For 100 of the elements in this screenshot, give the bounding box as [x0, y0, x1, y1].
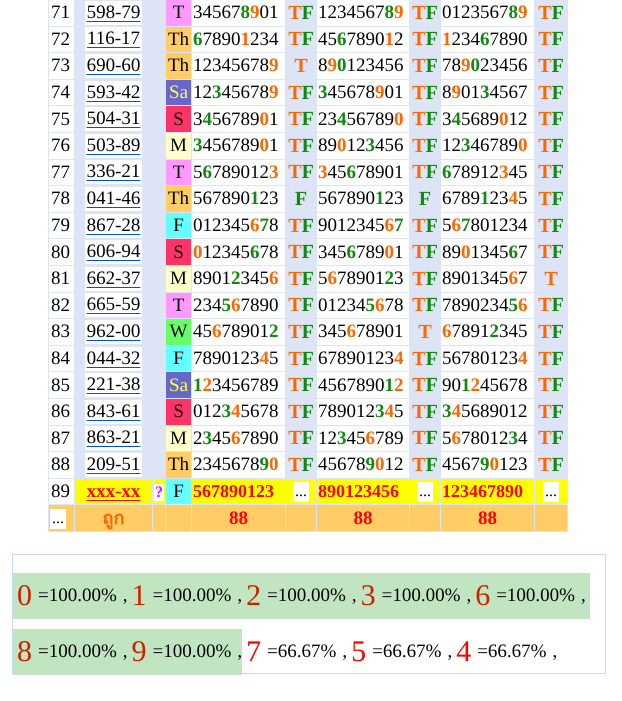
draw-link[interactable]: 221-38	[84, 373, 142, 398]
row-number: 83	[49, 319, 74, 345]
draw-link[interactable]: 863-21	[84, 426, 142, 450]
day-cell: F	[166, 478, 191, 504]
digit-sequence: 234567890	[193, 294, 278, 316]
draw-link[interactable]: 209-51	[84, 452, 142, 477]
total-label: ถูก	[102, 508, 124, 529]
digit-sequence: 456789012	[318, 28, 404, 50]
digit-stat: 9 =100.00% ,	[128, 628, 242, 675]
result-mark: F	[418, 188, 432, 210]
digit-stat: 2 =100.00% ,	[242, 572, 357, 619]
result-mark: TF	[538, 161, 564, 184]
digit-stat: 4 =66.67% ,	[455, 634, 558, 670]
draw-link[interactable]: 503-89	[84, 134, 142, 158]
result-mark: TF	[288, 294, 314, 316]
result-mark: TF	[288, 374, 314, 396]
ellipsis-text: ...	[417, 482, 433, 502]
digit-sequence: 890134567	[442, 82, 528, 104]
result-mark: TF	[412, 268, 438, 290]
result-mark: TF	[538, 427, 564, 450]
digit-sequence: 234567890	[193, 454, 278, 476]
digit-sequence: 345678901	[318, 321, 404, 342]
result-mark: TF	[412, 82, 438, 104]
digit-sequence: 789012345	[193, 348, 278, 370]
draw-link[interactable]: 662-37	[84, 266, 142, 291]
result-mark: TF	[412, 454, 438, 476]
result-mark: TF	[412, 2, 438, 24]
row-number: 78	[49, 186, 74, 212]
digit-sequence: 345678901	[193, 135, 278, 156]
row-number: 73	[49, 53, 74, 79]
draw-link[interactable]: 598-79	[84, 0, 142, 25]
digit-sequence: 890123456	[318, 55, 404, 76]
day-cell: T	[166, 0, 191, 26]
digit-sequence: 678901234	[193, 28, 278, 50]
question-mark: ?	[154, 484, 164, 501]
digit-sequence: 012356789	[442, 2, 528, 24]
digit-sequence: 123456789	[193, 82, 278, 104]
digit-sequence: 345678901	[318, 162, 404, 183]
digit-sequence: 012345678	[193, 242, 278, 263]
day-cell: Th	[166, 26, 191, 52]
predicted-digits: 890123456	[318, 480, 399, 501]
result-mark: TF	[412, 348, 438, 370]
result-mark: TF	[538, 320, 564, 343]
draw-link[interactable]: 690-60	[84, 54, 142, 78]
draw-link[interactable]: 116-17	[84, 27, 142, 52]
result-mark: TF	[288, 161, 314, 184]
digit-stat: 5 =66.67% ,	[350, 634, 452, 670]
digit-sequence: 678912345	[442, 162, 528, 183]
row-number: 89	[49, 478, 74, 504]
digit-sequence: 012345678	[193, 401, 278, 422]
digit-sequence: 123456789	[318, 2, 404, 24]
result-mark: TF	[412, 214, 438, 237]
ellipsis-text: ...	[543, 482, 559, 502]
result-mark: TF	[412, 108, 438, 130]
day-cell: Th	[166, 53, 191, 79]
row-number: 81	[49, 266, 74, 292]
digit-sequence: 234567890	[193, 428, 278, 449]
draw-link[interactable]: 867-28	[84, 214, 142, 238]
result-mark: TF	[412, 294, 438, 316]
digit-sequence: 789023456	[442, 294, 528, 316]
result-mark: TF	[412, 161, 438, 184]
day-cell: W	[166, 319, 191, 345]
draw-link[interactable]: 336-21	[84, 160, 142, 184]
digit-sequence: 901234567	[318, 215, 404, 236]
day-cell: S	[166, 398, 191, 424]
result-mark: TF	[288, 2, 314, 24]
row-number: 85	[49, 372, 74, 398]
draw-link[interactable]: 504-31	[84, 107, 142, 132]
digit-sequence: 456789012	[193, 321, 278, 342]
draw-link[interactable]: 606-94	[84, 240, 142, 264]
digit-sequence: 123467890	[442, 28, 528, 50]
day-cell: T	[166, 292, 191, 318]
result-mark: TF	[288, 320, 314, 343]
draw-link[interactable]: 593-42	[84, 80, 142, 105]
draw-link[interactable]: 041-46	[84, 186, 142, 211]
digit-stat: 6 =100.00% ,	[471, 572, 590, 619]
day-cell: Sa	[166, 80, 191, 106]
result-mark: TF	[538, 54, 564, 77]
digit-sequence: 901245678	[442, 374, 528, 396]
result-mark: TF	[412, 241, 438, 264]
digit-sequence: 678912345	[442, 321, 528, 342]
result-mark: TF	[412, 54, 438, 77]
result-mark: T	[418, 320, 432, 343]
row-number: 75	[49, 106, 74, 132]
result-mark: TF	[538, 2, 564, 24]
draw-link[interactable]: 843-61	[84, 400, 142, 424]
draw-link[interactable]: 665-59	[84, 293, 142, 318]
digit-sequence: 789012345	[318, 401, 404, 422]
result-mark: TF	[538, 82, 564, 104]
digit-stat: 7 =66.67% ,	[245, 634, 348, 670]
digit-sequence: 567890123	[318, 268, 404, 290]
digit-stat: 0 =100.00% ,	[13, 572, 128, 619]
result-mark: TF	[538, 241, 564, 264]
draw-link[interactable]: 044-32	[84, 346, 142, 371]
digit-sequence: 123467890	[442, 135, 528, 156]
result-mark: TF	[538, 374, 564, 396]
predicted-digits: 567890123	[193, 480, 274, 501]
digit-sequence: 567801234	[442, 348, 528, 370]
digit-sequence: 012345678	[193, 215, 278, 236]
draw-link[interactable]: 962-00	[84, 320, 142, 344]
